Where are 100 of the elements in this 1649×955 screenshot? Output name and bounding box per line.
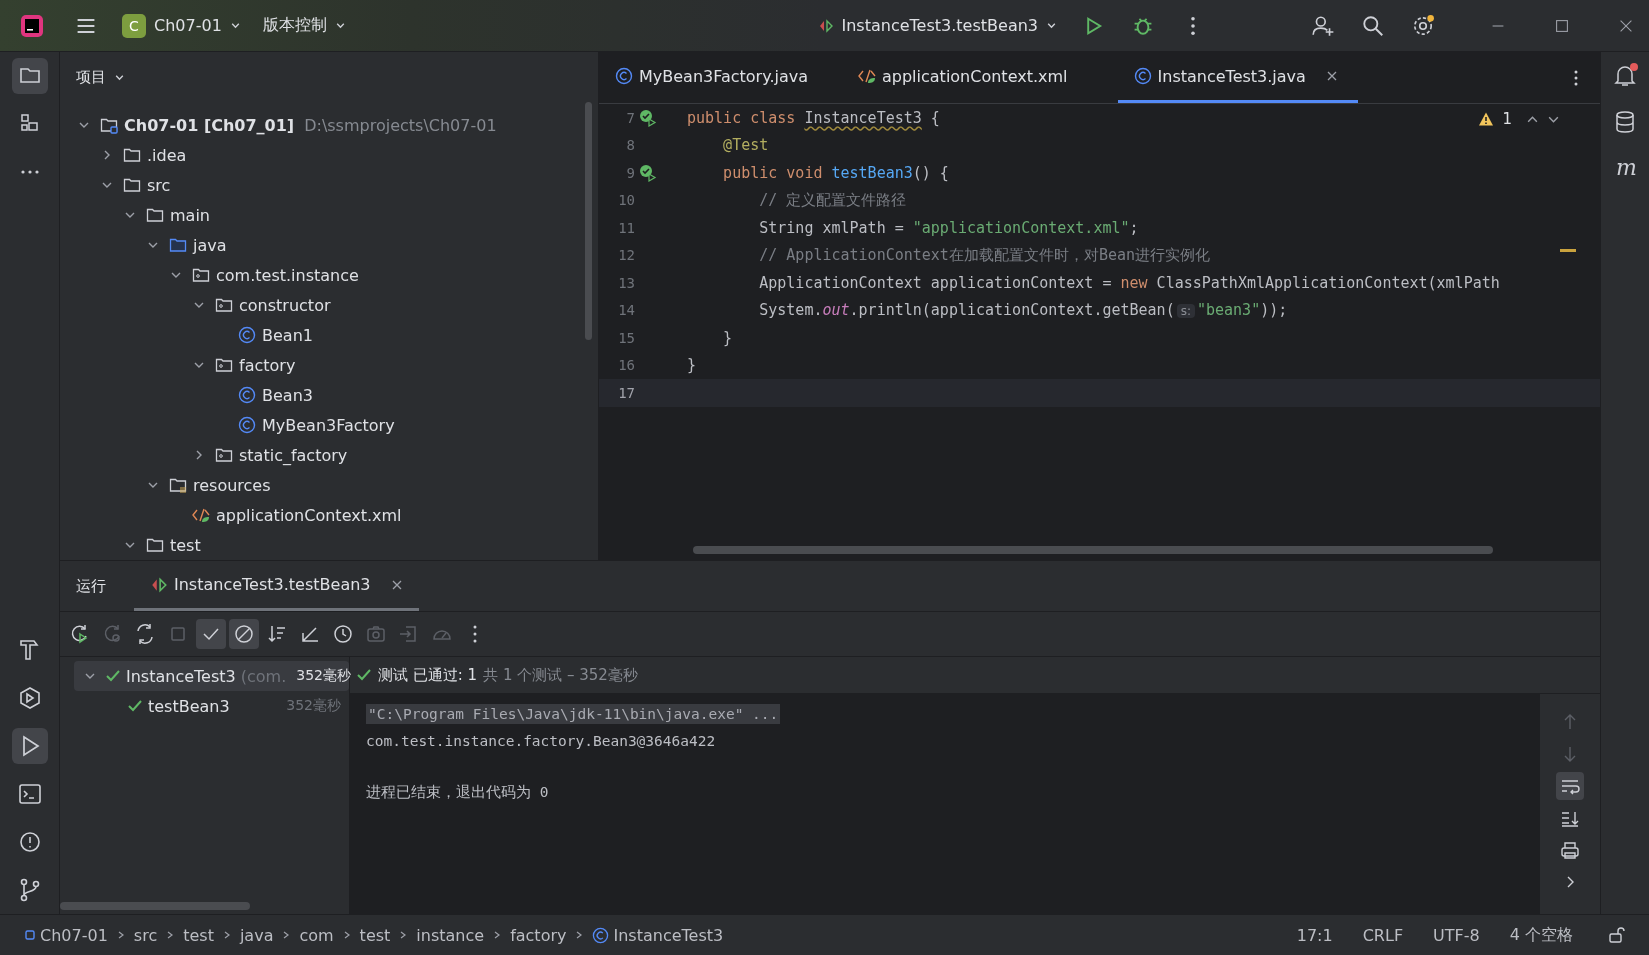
line-number: 16 xyxy=(617,357,635,374)
project-selector[interactable]: C Ch07-01 xyxy=(116,7,247,44)
breadcrumb[interactable]: src xyxy=(133,925,158,945)
module-icon xyxy=(24,929,36,941)
folder-icon xyxy=(123,176,141,194)
tree-item-label[interactable]: Ch07-01 [Ch07_01] xyxy=(124,115,295,135)
show-passed-icon[interactable] xyxy=(196,619,226,649)
test-name[interactable]: InstanceTest3 xyxy=(126,666,236,686)
warning-count[interactable]: 1 xyxy=(1502,110,1512,128)
tree-item-label[interactable]: static_factory xyxy=(239,445,348,465)
code-line: // ApplicationContext在加载配置文件时，对Bean进行实例化 xyxy=(758,245,1210,265)
show-ignored-icon[interactable] xyxy=(229,619,259,649)
maven-icon[interactable]: m xyxy=(1609,152,1641,184)
tree-item-label[interactable]: factory xyxy=(239,355,296,375)
code-line: String xmlPath = "applicationContext.xml"; xyxy=(758,218,1139,237)
class-icon xyxy=(238,326,256,344)
line-number: 8 xyxy=(625,137,635,154)
status-item[interactable]: UTF-8 xyxy=(1433,925,1480,945)
tree-item-label[interactable]: applicationContext.xml xyxy=(216,505,402,525)
code-line: // 定义配置文件路径 xyxy=(758,190,907,210)
warning-marker[interactable] xyxy=(1560,249,1576,252)
package-folder-icon xyxy=(215,446,233,464)
test-class-path: (com. xyxy=(240,666,287,686)
xml-file-icon xyxy=(858,67,876,85)
scrollbar[interactable] xyxy=(60,902,250,910)
run-configuration-selector[interactable]: InstanceTest3.testBean3 xyxy=(811,10,1063,41)
console-line: com.test.instance.factory.Bean3@3646a422 xyxy=(366,732,716,749)
status-item[interactable]: CRLF xyxy=(1362,925,1404,945)
package-folder-icon xyxy=(215,356,233,374)
vcs-menu[interactable]: 版本控制 xyxy=(256,9,352,42)
line-number: 12 xyxy=(617,247,635,264)
line-number: 14 xyxy=(617,302,635,319)
tree-item-label[interactable]: src xyxy=(147,175,171,195)
tree-item-label[interactable]: java xyxy=(193,235,227,255)
run-test-icon[interactable] xyxy=(639,163,657,182)
breadcrumb[interactable]: instance xyxy=(416,925,485,945)
breadcrumb[interactable]: test xyxy=(183,925,214,945)
search-icon[interactable] xyxy=(1361,13,1385,38)
test-summary: 共 1 个测试 – 352毫秒 xyxy=(483,665,638,685)
code-line: @Test xyxy=(722,136,769,155)
test-config-icon xyxy=(817,17,834,34)
tree-item-label[interactable]: main xyxy=(170,205,210,225)
editor-tab[interactable]: applicationContext.xml xyxy=(858,52,1088,103)
line-number: 15 xyxy=(617,329,635,346)
breadcrumb[interactable]: com xyxy=(299,925,334,945)
settings-icon[interactable] xyxy=(1411,13,1435,38)
test-config-icon xyxy=(150,575,168,594)
line-number: 13 xyxy=(617,274,635,291)
breadcrumb[interactable]: Ch07-01 xyxy=(24,925,108,945)
tree-item-label[interactable]: .idea xyxy=(147,145,187,165)
warning-icon[interactable] xyxy=(1478,111,1495,127)
tree-item-label[interactable]: Bean1 xyxy=(262,325,313,345)
status-item[interactable]: 17:1 xyxy=(1296,925,1333,945)
close-icon[interactable] xyxy=(1325,70,1338,82)
test-duration: 352毫秒 xyxy=(296,667,351,685)
line-number: 11 xyxy=(617,219,635,236)
test-duration: 352毫秒 xyxy=(286,697,341,715)
source-folder-icon xyxy=(169,236,187,254)
code-line: ApplicationContext applicationContext = new ClassPathXmlApplicationContext(xmlPath xyxy=(758,273,1500,292)
project-badge: C xyxy=(122,13,146,38)
tree-item-label[interactable]: MyBean3Factory xyxy=(262,415,395,435)
console-line: 进程已结束，退出代码为 0 xyxy=(366,783,549,802)
class-icon xyxy=(615,67,633,85)
editor-tab[interactable]: MyBean3Factory.java xyxy=(615,52,828,103)
app-logo-icon[interactable] xyxy=(20,13,44,38)
tree-item-label[interactable]: constructor xyxy=(239,295,331,315)
line-number: 10 xyxy=(617,192,635,209)
editor-tab[interactable]: InstanceTest3.java xyxy=(1117,52,1358,103)
status-item[interactable]: 4 个空格 xyxy=(1509,924,1573,946)
project-panel-title[interactable]: 项目 xyxy=(76,67,106,87)
run-test-icon[interactable] xyxy=(639,108,657,127)
tree-item-label[interactable]: test xyxy=(170,535,201,555)
scrollbar[interactable] xyxy=(693,546,1493,554)
resources-folder-icon xyxy=(169,476,187,494)
package-folder-icon xyxy=(215,296,233,314)
close-icon[interactable] xyxy=(390,578,403,591)
tree-item-label[interactable]: Bean3 xyxy=(262,385,313,405)
code-line: public void testBean3() { xyxy=(722,163,949,182)
test-name[interactable]: testBean3 xyxy=(148,696,230,716)
line-number: 9 xyxy=(625,164,635,181)
lock-icon[interactable] xyxy=(1607,926,1625,944)
module-folder-icon xyxy=(100,116,118,134)
run-tab[interactable]: InstanceTest3.testBean3 xyxy=(134,561,419,611)
class-icon xyxy=(238,416,256,434)
folder-icon[interactable] xyxy=(11,58,48,94)
tree-item-label[interactable]: resources xyxy=(193,475,271,495)
class-icon xyxy=(592,926,610,944)
breadcrumb[interactable]: java xyxy=(239,925,274,945)
run-icon[interactable] xyxy=(11,728,48,764)
soft-wrap-icon[interactable] xyxy=(1556,772,1584,800)
code-line: public class InstanceTest3 { xyxy=(687,108,940,127)
run-panel-title: 运行 xyxy=(76,576,106,596)
folder-icon xyxy=(146,206,164,224)
breadcrumb[interactable]: test xyxy=(359,925,391,945)
tree-item-label[interactable]: com.test.instance xyxy=(216,265,359,285)
code-line: } xyxy=(687,356,697,375)
breadcrumb[interactable]: factory xyxy=(510,925,567,945)
breadcrumb[interactable]: InstanceTest3 xyxy=(592,925,724,945)
scrollbar[interactable] xyxy=(585,102,592,340)
xml-file-icon xyxy=(192,506,210,524)
